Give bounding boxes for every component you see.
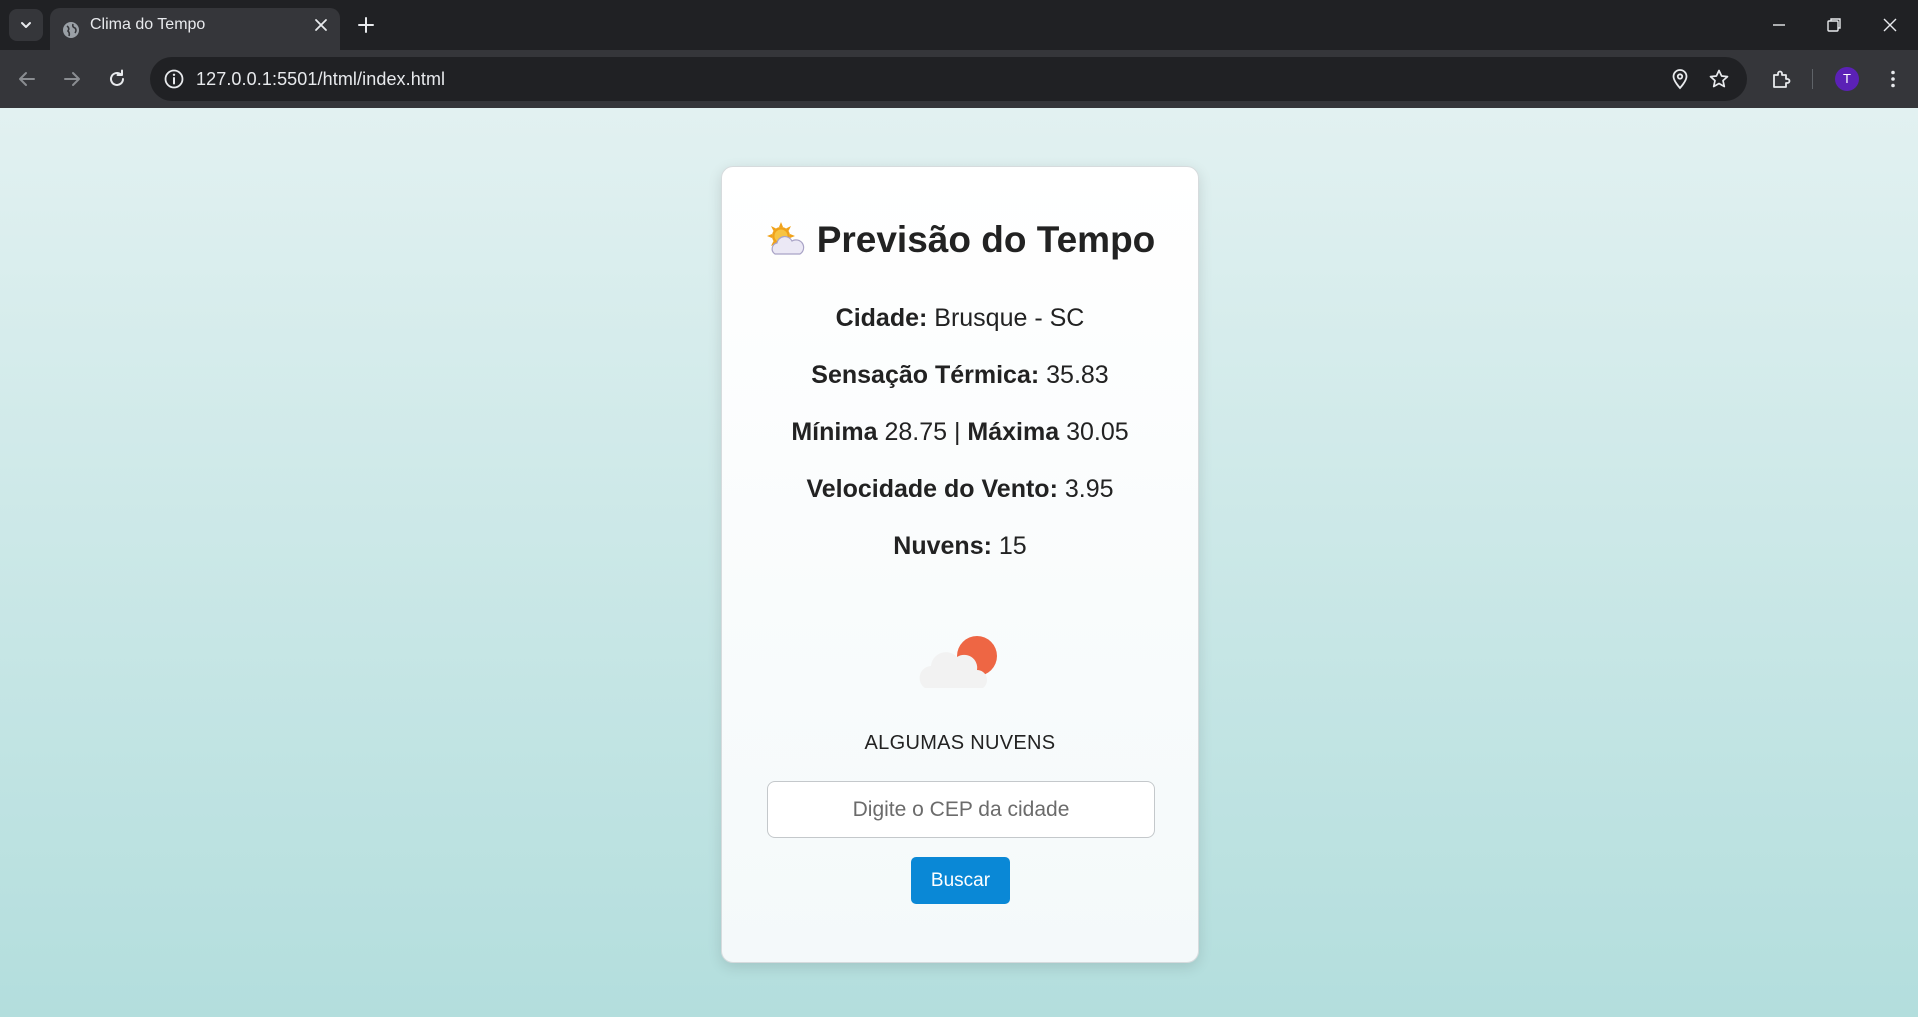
clouds-value: 15	[998, 532, 1027, 560]
extensions-puzzle-icon[interactable]	[1769, 67, 1793, 91]
page-title: Previsão do Tempo	[816, 219, 1156, 260]
site-info-icon[interactable]	[162, 67, 186, 91]
city-value: Brusque - SC	[934, 304, 1085, 332]
title-row: Previsão do Tempo	[722, 219, 1198, 261]
weather-card: Previsão do Tempo Cidade: Brusque - SC S…	[721, 166, 1199, 963]
back-arrow-icon[interactable]	[15, 67, 39, 91]
clouds-line: Nuvens: 15	[722, 532, 1198, 561]
feels-like-value: 35.83	[1046, 361, 1109, 389]
chevron-down-icon	[21, 22, 31, 28]
more-menu-icon[interactable]	[1881, 67, 1905, 91]
tab-search-button[interactable]	[9, 9, 43, 41]
profile-avatar[interactable]: T	[1835, 67, 1859, 91]
min-max-separator: |	[953, 418, 961, 446]
tab-title: Clima do Tempo	[90, 16, 206, 33]
minimize-icon[interactable]	[1766, 12, 1792, 38]
new-tab-icon[interactable]	[355, 14, 377, 36]
browser-toolbar: 127.0.0.1:5501/html/index.html T	[0, 50, 1918, 108]
forward-arrow-icon[interactable]	[60, 67, 84, 91]
city-label: Cidade:	[835, 304, 928, 332]
sun-behind-cloud-icon	[766, 222, 804, 255]
min-temp-label: Mínima	[791, 418, 878, 446]
url-text[interactable]: 127.0.0.1:5501/html/index.html	[196, 57, 445, 101]
clouds-label: Nuvens:	[893, 532, 992, 560]
min-max-line: Mínima 28.75 | Máxima 30.05	[722, 418, 1198, 447]
cep-input[interactable]	[767, 781, 1155, 838]
min-temp-value: 28.75	[884, 418, 947, 446]
globe-icon	[63, 22, 79, 38]
max-temp-value: 30.05	[1066, 418, 1129, 446]
toolbar-divider	[1812, 69, 1813, 89]
wind-value: 3.95	[1064, 475, 1114, 503]
search-button[interactable]: Buscar	[911, 857, 1010, 904]
city-line: Cidade: Brusque - SC	[722, 304, 1198, 333]
restore-icon[interactable]	[1821, 12, 1847, 38]
address-bar[interactable]: 127.0.0.1:5501/html/index.html	[150, 57, 1747, 101]
close-tab-icon[interactable]	[312, 16, 330, 34]
feels-like-line: Sensação Térmica: 35.83	[722, 361, 1198, 390]
browser-tab[interactable]: Clima do Tempo	[50, 8, 340, 50]
page-viewport: Previsão do Tempo Cidade: Brusque - SC S…	[0, 108, 1918, 1017]
weather-description: ALGUMAS NUVENS	[864, 732, 1056, 754]
wind-line: Velocidade do Vento: 3.95	[722, 475, 1198, 504]
feels-like-label: Sensação Térmica:	[811, 361, 1040, 389]
few-clouds-icon	[919, 636, 997, 688]
browser-tab-bar: Clima do Tempo	[0, 0, 1918, 50]
location-pin-icon[interactable]	[1668, 67, 1692, 91]
max-temp-label: Máxima	[967, 418, 1060, 446]
bookmark-star-icon[interactable]	[1707, 67, 1731, 91]
wind-label: Velocidade do Vento:	[806, 475, 1058, 503]
close-window-icon[interactable]	[1877, 12, 1903, 38]
reload-icon[interactable]	[105, 67, 129, 91]
